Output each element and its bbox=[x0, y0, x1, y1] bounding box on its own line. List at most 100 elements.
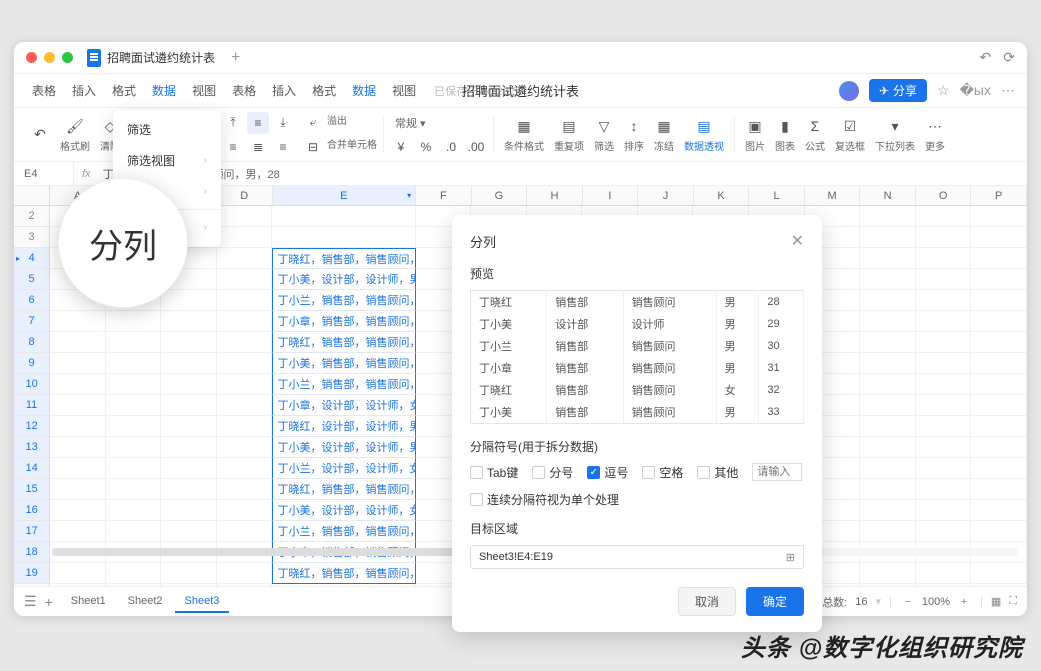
new-tab-button[interactable]: + bbox=[231, 49, 240, 67]
menu-item[interactable]: 筛选视图› bbox=[113, 145, 221, 176]
cell[interactable] bbox=[272, 206, 415, 227]
cell[interactable]: 丁晓红，销售部，销售顾问，女，30 bbox=[272, 563, 415, 584]
cell[interactable] bbox=[860, 416, 916, 437]
menu-插入[interactable]: 插入 bbox=[66, 78, 102, 103]
document-tab[interactable]: 招聘面试遴约统计表 bbox=[107, 49, 215, 66]
cell[interactable] bbox=[971, 374, 1027, 395]
col-header[interactable]: J bbox=[638, 186, 694, 205]
cell[interactable] bbox=[217, 521, 273, 542]
pivot-button[interactable]: ▤数据透视 bbox=[680, 116, 728, 153]
cell[interactable] bbox=[161, 437, 217, 458]
menu-item[interactable]: 格式 bbox=[306, 78, 342, 103]
cell[interactable] bbox=[971, 227, 1027, 248]
align-center-button[interactable]: ≣ bbox=[247, 136, 269, 158]
cell[interactable] bbox=[161, 374, 217, 395]
cell[interactable] bbox=[106, 521, 162, 542]
cell[interactable] bbox=[217, 416, 273, 437]
cell[interactable] bbox=[217, 395, 273, 416]
cell[interactable] bbox=[161, 416, 217, 437]
cell[interactable] bbox=[860, 521, 916, 542]
delim-other-input[interactable] bbox=[752, 463, 802, 481]
cell[interactable] bbox=[916, 248, 972, 269]
more-icon[interactable]: ⋯ bbox=[1001, 82, 1015, 99]
cell[interactable] bbox=[916, 479, 972, 500]
cell[interactable] bbox=[916, 458, 972, 479]
fullscreen-icon[interactable]: ⛶ bbox=[1009, 595, 1017, 608]
cell[interactable]: 丁小兰，销售部，销售顾问，男，32 bbox=[272, 521, 415, 542]
history-icon[interactable]: ↶ bbox=[980, 49, 992, 66]
cell[interactable] bbox=[106, 311, 162, 332]
col-header[interactable]: L bbox=[749, 186, 805, 205]
refresh-icon[interactable]: ⟳ bbox=[1003, 49, 1015, 66]
select-all-corner[interactable] bbox=[14, 186, 50, 205]
col-header[interactable]: N bbox=[860, 186, 916, 205]
cell[interactable] bbox=[916, 521, 972, 542]
cell[interactable]: 丁小美，设计部，设计师，男，29 bbox=[272, 269, 415, 290]
cell[interactable] bbox=[971, 311, 1027, 332]
cell[interactable] bbox=[971, 479, 1027, 500]
cell[interactable] bbox=[50, 521, 106, 542]
cell[interactable] bbox=[161, 290, 217, 311]
cell[interactable] bbox=[161, 521, 217, 542]
cell[interactable] bbox=[860, 353, 916, 374]
cell[interactable] bbox=[217, 437, 273, 458]
cell[interactable] bbox=[860, 269, 916, 290]
fx-icon[interactable]: fx bbox=[74, 168, 99, 180]
cell[interactable] bbox=[971, 584, 1027, 586]
percent-button[interactable]: % bbox=[415, 136, 437, 158]
cell[interactable] bbox=[106, 500, 162, 521]
cell[interactable]: 丁小兰，销售部，销售顾问，男，30 bbox=[272, 290, 415, 311]
menu-item[interactable]: 数据 bbox=[346, 78, 382, 103]
cell[interactable] bbox=[272, 584, 415, 586]
cell[interactable] bbox=[50, 479, 106, 500]
valign-bot-button[interactable]: ⤓ bbox=[272, 112, 294, 134]
cell[interactable] bbox=[860, 500, 916, 521]
delim-other-checkbox[interactable]: 其他 bbox=[697, 464, 738, 481]
cell[interactable]: 丁小兰，销售部，销售顾问，男，27 bbox=[272, 374, 415, 395]
cell[interactable] bbox=[916, 206, 972, 227]
row-header[interactable]: 11 bbox=[14, 395, 50, 416]
cell[interactable] bbox=[106, 437, 162, 458]
cell[interactable] bbox=[50, 416, 106, 437]
dedup-button[interactable]: ▤重复项 bbox=[550, 116, 588, 153]
cell[interactable]: 丁小美，设计部，设计师，男，24 bbox=[272, 437, 415, 458]
cell[interactable] bbox=[860, 458, 916, 479]
cell[interactable] bbox=[50, 353, 106, 374]
row-header[interactable]: 4 bbox=[14, 248, 50, 269]
menu-格式[interactable]: 格式 bbox=[106, 78, 142, 103]
cell[interactable] bbox=[971, 500, 1027, 521]
cell[interactable] bbox=[106, 458, 162, 479]
cell[interactable] bbox=[916, 311, 972, 332]
delim-tab-checkbox[interactable]: Tab键 bbox=[470, 464, 518, 481]
cell[interactable] bbox=[916, 584, 972, 586]
cell[interactable] bbox=[860, 479, 916, 500]
filter-button[interactable]: ▽筛选 bbox=[590, 116, 618, 153]
cell[interactable]: 丁晓红，设计部，设计师，男，25 bbox=[272, 416, 415, 437]
cell[interactable]: 丁小美，设计部，设计师，女，33 bbox=[272, 500, 415, 521]
cell[interactable] bbox=[971, 269, 1027, 290]
cell[interactable] bbox=[217, 269, 273, 290]
sheet-tab[interactable]: Sheet3 bbox=[175, 591, 230, 613]
cell[interactable] bbox=[916, 269, 972, 290]
cell[interactable] bbox=[916, 437, 972, 458]
cell[interactable] bbox=[916, 332, 972, 353]
row-header[interactable]: 7 bbox=[14, 311, 50, 332]
cell[interactable] bbox=[860, 563, 916, 584]
image-button[interactable]: ▣图片 bbox=[741, 116, 769, 153]
cell[interactable] bbox=[217, 332, 273, 353]
cell[interactable] bbox=[161, 353, 217, 374]
cell[interactable] bbox=[971, 206, 1027, 227]
cancel-button[interactable]: 取消 bbox=[678, 587, 736, 616]
cell[interactable] bbox=[50, 437, 106, 458]
cell[interactable] bbox=[971, 521, 1027, 542]
col-header[interactable]: F bbox=[416, 186, 472, 205]
cell[interactable] bbox=[217, 206, 273, 227]
bookmark-icon[interactable]: �ых bbox=[960, 82, 991, 99]
cell[interactable] bbox=[106, 374, 162, 395]
cell[interactable] bbox=[217, 353, 273, 374]
cell[interactable] bbox=[916, 290, 972, 311]
align-right-button[interactable]: ≡ bbox=[272, 136, 294, 158]
cell[interactable] bbox=[971, 332, 1027, 353]
cell[interactable] bbox=[916, 500, 972, 521]
wrap-button[interactable]: ⤶ bbox=[302, 112, 324, 134]
